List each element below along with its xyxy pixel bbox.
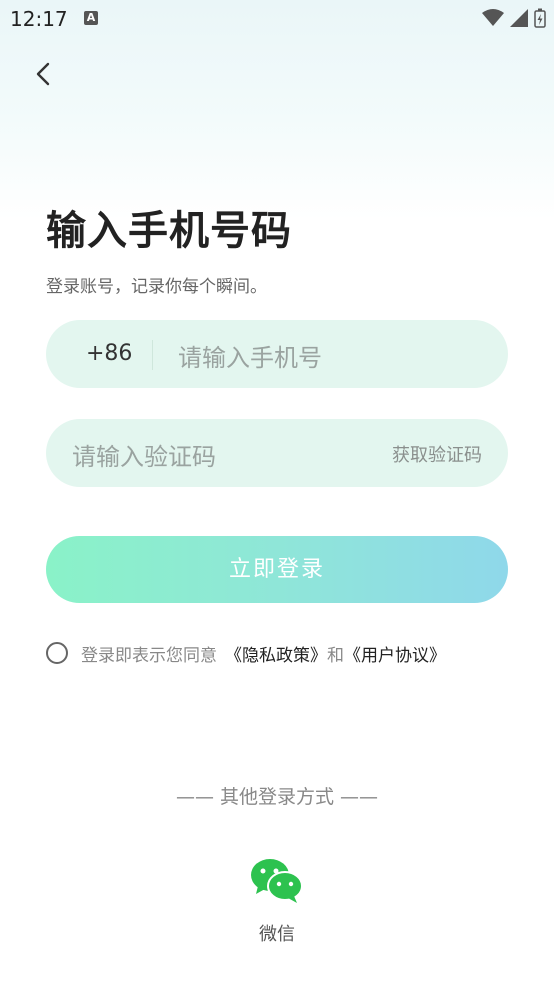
privacy-policy-link[interactable]: 《隐私政策》 xyxy=(225,641,327,666)
page-subtitle: 登录账号，记录你每个瞬间。 xyxy=(46,277,267,297)
divider xyxy=(152,340,153,370)
wechat-label: 微信 xyxy=(259,924,295,945)
agreement-prefix: 登录即表示您同意 xyxy=(81,645,217,666)
status-time: 12:17 xyxy=(10,7,68,31)
phone-placeholder: 请输入手机号 xyxy=(178,344,322,372)
wechat-icon xyxy=(251,859,303,903)
agreement-row: 登录即表示您同意 《隐私政策》 和 《用户协议》 xyxy=(46,640,446,666)
login-button[interactable]: 立即登录 xyxy=(46,536,508,603)
page-title: 输入手机号码 xyxy=(46,208,292,254)
wechat-login-button[interactable] xyxy=(250,858,304,904)
agreement-and: 和 xyxy=(327,645,344,666)
phone-input[interactable]: +86 请输入手机号 xyxy=(46,320,508,388)
system-icons xyxy=(482,8,546,28)
country-code[interactable]: +86 xyxy=(86,341,132,366)
notification-a-icon: A xyxy=(84,11,98,25)
status-bar: 12:17 A xyxy=(0,0,554,36)
code-placeholder: 请输入验证码 xyxy=(72,443,216,471)
battery-icon xyxy=(534,8,546,28)
verification-code-input[interactable]: 请输入验证码 获取验证码 xyxy=(46,419,508,487)
back-button[interactable] xyxy=(30,58,58,90)
user-agreement-link[interactable]: 《用户协议》 xyxy=(344,641,446,666)
agreement-checkbox[interactable] xyxy=(46,642,68,664)
chevron-left-icon xyxy=(36,62,50,86)
signal-icon xyxy=(510,9,528,27)
other-login-title: —— 其他登录方式 —— xyxy=(175,786,379,808)
wifi-icon xyxy=(482,9,504,26)
get-code-button[interactable]: 获取验证码 xyxy=(392,441,482,467)
